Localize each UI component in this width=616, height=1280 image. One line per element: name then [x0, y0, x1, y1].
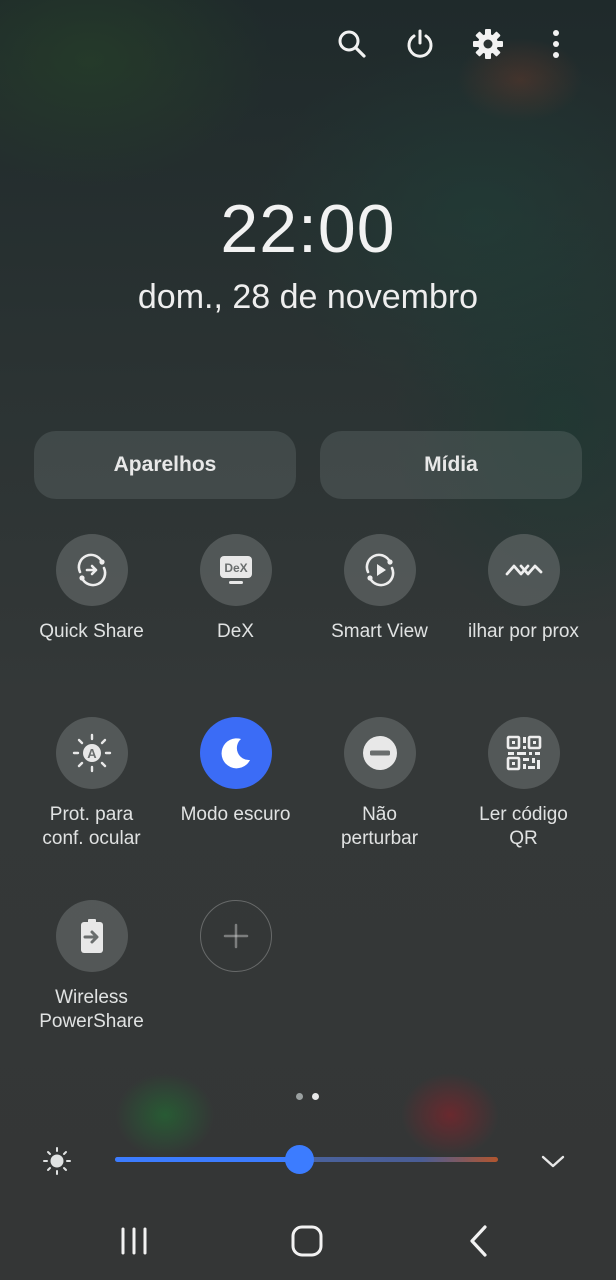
- page-dot-active: [312, 1093, 319, 1100]
- tile-eye-comfort[interactable]: A Prot. para conf. ocular: [20, 717, 163, 851]
- tile-label: Quick Share: [39, 621, 144, 642]
- tile-label: ilhar por prox: [468, 621, 579, 642]
- dex-icon[interactable]: DeX: [199, 534, 272, 606]
- tile-label: Modo escuro: [180, 804, 291, 825]
- tile-quick-share[interactable]: Quick Share: [20, 534, 163, 644]
- tile-label: Ler código QR: [479, 804, 568, 849]
- eye-comfort-icon[interactable]: A: [55, 717, 128, 789]
- add-icon[interactable]: [199, 900, 272, 972]
- settings-icon[interactable]: [468, 24, 508, 64]
- brightness-icon: [42, 1146, 72, 1181]
- svg-text:DeX: DeX: [224, 561, 247, 575]
- media-button[interactable]: Mídia: [320, 431, 582, 499]
- quick-share-icon[interactable]: [55, 534, 128, 606]
- tile-wireless-powershare[interactable]: Wireless PowerShare: [20, 900, 163, 1034]
- tile-label: Wireless PowerShare: [39, 987, 144, 1032]
- tile-dark-mode[interactable]: Modo escuro: [164, 717, 307, 827]
- tile-label: Não perturbar: [340, 804, 419, 849]
- clock-time[interactable]: 22:00: [0, 190, 616, 268]
- search-icon[interactable]: [332, 24, 372, 64]
- back-icon[interactable]: [449, 1212, 509, 1270]
- tile-add[interactable]: [164, 900, 307, 972]
- home-icon[interactable]: [277, 1212, 337, 1270]
- tile-nearby-share[interactable]: ilhar por prox: [452, 534, 595, 644]
- power-icon[interactable]: [400, 24, 440, 64]
- recent-apps-icon[interactable]: [104, 1212, 164, 1270]
- clock-date[interactable]: dom., 28 de novembro: [0, 278, 616, 317]
- tile-label: Prot. para conf. ocular: [42, 804, 141, 849]
- tile-qr-scanner[interactable]: Ler código QR: [452, 717, 595, 851]
- qr-code-icon[interactable]: [487, 717, 560, 789]
- navigation-bar: [0, 1212, 616, 1272]
- tile-do-not-disturb[interactable]: Não perturbar: [308, 717, 451, 851]
- brightness-slider-thumb[interactable]: [285, 1145, 314, 1174]
- page-indicator: [296, 1093, 319, 1100]
- nearby-share-icon[interactable]: [487, 534, 560, 606]
- page-dot: [296, 1093, 303, 1100]
- devices-button[interactable]: Aparelhos: [34, 431, 296, 499]
- more-options-icon[interactable]: [536, 24, 576, 64]
- tile-smart-view[interactable]: Smart View: [308, 534, 451, 644]
- brightness-slider-fill: [115, 1157, 299, 1162]
- tile-label: DeX: [217, 621, 254, 642]
- smart-view-icon[interactable]: [343, 534, 416, 606]
- top-actions: [332, 24, 576, 64]
- do-not-disturb-icon[interactable]: [343, 717, 416, 789]
- tile-dex[interactable]: DeX DeX: [164, 534, 307, 644]
- moon-icon[interactable]: [199, 717, 272, 789]
- svg-text:A: A: [87, 746, 97, 761]
- battery-share-icon[interactable]: [55, 900, 128, 972]
- tile-label: Smart View: [331, 621, 428, 642]
- chevron-down-icon[interactable]: [538, 1146, 568, 1181]
